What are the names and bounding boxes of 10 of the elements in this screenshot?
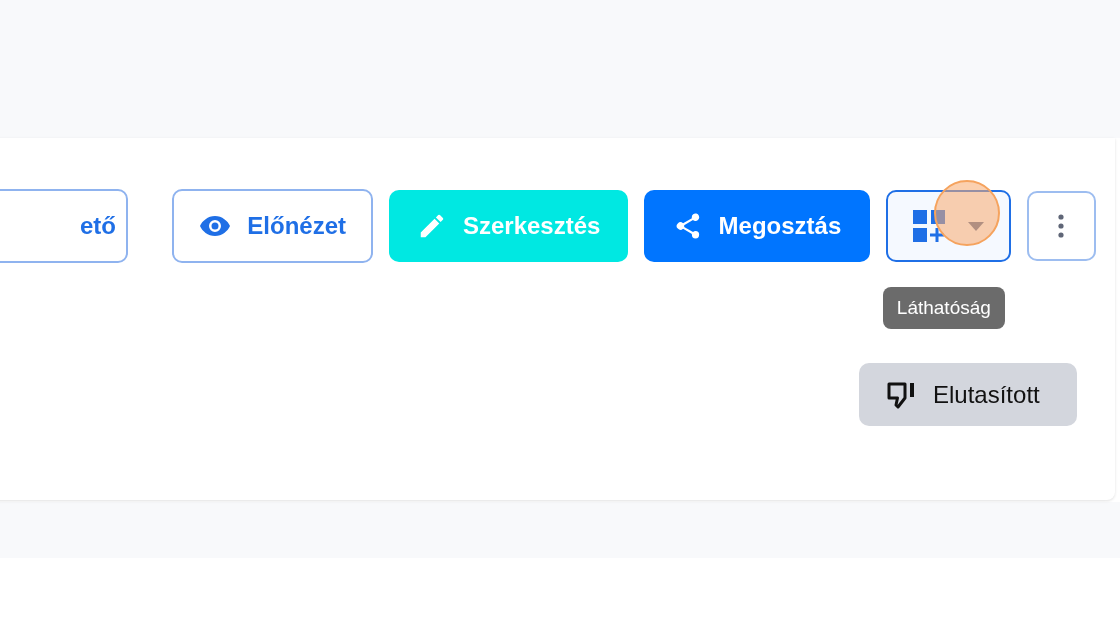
preview-button[interactable]: Előnézet [172,189,374,263]
share-button[interactable]: Megosztás [644,190,870,262]
tooltip: Láthatóság [882,287,1005,329]
eye-icon [199,215,232,237]
caret-icon [968,221,985,231]
grid-add-icon [912,209,947,243]
visibility-dropdown-button[interactable] [885,190,1011,262]
more-icon [1058,214,1065,238]
toolbar-button[interactable]: ető [0,189,128,263]
status-label: Elutasított [933,380,1040,409]
